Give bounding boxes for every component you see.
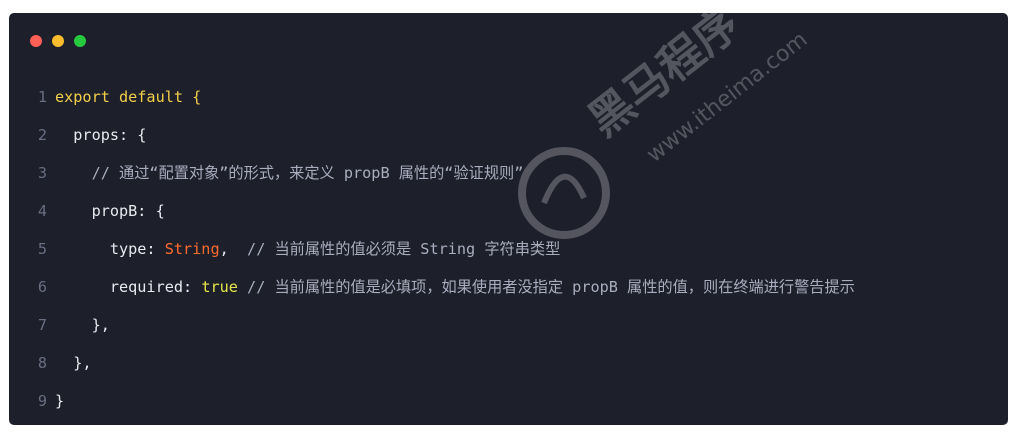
code-token: }, bbox=[55, 316, 110, 334]
watermark-brand-text: 黑马程序 bbox=[579, 13, 749, 147]
code-token: String bbox=[164, 240, 220, 258]
code-line: 5 type: String, // 当前属性的值必须是 String 字符串类… bbox=[9, 230, 560, 268]
line-number: 2 bbox=[37, 126, 47, 144]
code-line: 2 props: { bbox=[9, 116, 147, 154]
code-token: export default { bbox=[55, 88, 202, 106]
code-token: props: { bbox=[55, 126, 147, 144]
minimize-dot[interactable] bbox=[52, 35, 64, 47]
line-number: 1 bbox=[37, 88, 47, 106]
code-line: 9} bbox=[9, 382, 64, 420]
line-number: 3 bbox=[37, 164, 47, 182]
watermark: 黑马程序 www.itheima.com bbox=[518, 13, 812, 239]
code-token: // 当前属性的值是必填项，如果使用者没指定 propB 属性的值，则在终端进行… bbox=[247, 278, 855, 296]
line-number: 5 bbox=[37, 240, 47, 258]
watermark-url-text: www.itheima.com bbox=[642, 27, 812, 167]
line-number: 8 bbox=[37, 354, 47, 372]
code-token: true bbox=[201, 278, 238, 296]
code-line: 4 propB: { bbox=[9, 192, 165, 230]
code-token: // 当前属性的值必须是 String 字符串类型 bbox=[247, 240, 561, 258]
code-token: , bbox=[219, 240, 248, 258]
line-number: 6 bbox=[37, 278, 47, 296]
code-token: // 通过“配置对象”的形式，来定义 propB 属性的“验证规则” bbox=[55, 164, 524, 182]
code-token: } bbox=[55, 392, 65, 410]
code-line: 8 }, bbox=[9, 344, 92, 382]
code-line: 1 export default { bbox=[9, 78, 201, 116]
code-token: required: bbox=[55, 278, 202, 296]
line-number: 7 bbox=[37, 316, 47, 334]
line-number: 4 bbox=[37, 202, 47, 220]
watermark-logo-icon bbox=[518, 147, 610, 239]
maximize-dot[interactable] bbox=[74, 35, 86, 47]
code-line: 7 }, bbox=[9, 306, 110, 344]
code-token: propB: { bbox=[55, 202, 165, 220]
code-line: 6 required: true // 当前属性的值是必填项，如果使用者没指定 … bbox=[9, 268, 855, 306]
code-token: type: bbox=[55, 240, 165, 258]
code-line: 3 // 通过“配置对象”的形式，来定义 propB 属性的“验证规则” bbox=[9, 154, 524, 192]
close-dot[interactable] bbox=[30, 35, 42, 47]
line-number: 9 bbox=[37, 392, 47, 410]
code-window: 1 export default {2 props: {3 // 通过“配置对象”… bbox=[9, 13, 1008, 425]
code-token: }, bbox=[55, 354, 92, 372]
